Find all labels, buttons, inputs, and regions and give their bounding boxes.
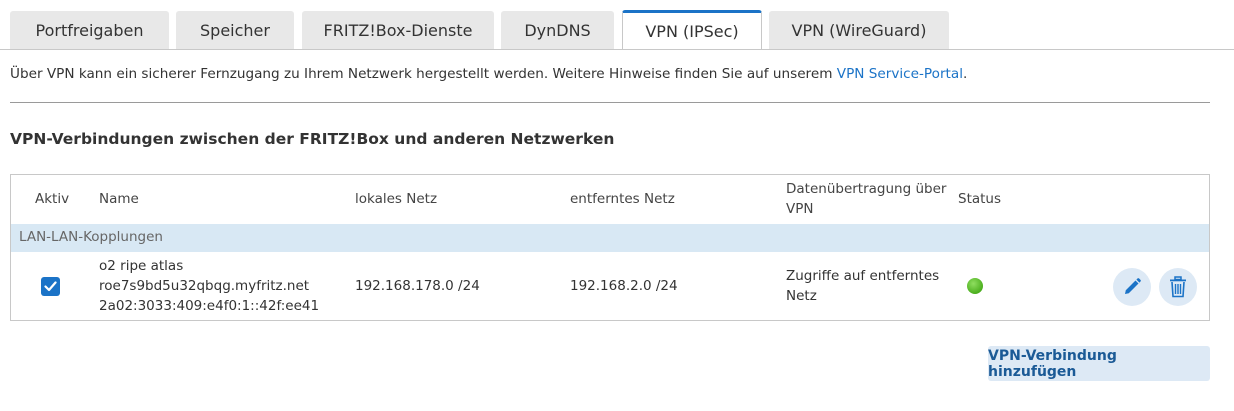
transfer-value-line1: Zugriffe auf entferntes: [786, 268, 940, 284]
remote-net-value: 192.168.2.0 /24: [570, 278, 678, 294]
header-transfer-line1: Datenübertragung über: [786, 181, 947, 197]
group-row: LAN-LAN-Kopplungen: [11, 224, 1209, 252]
tab-speicher[interactable]: Speicher: [176, 11, 294, 49]
divider: [10, 102, 1210, 103]
intro-text: Über VPN kann ein sicherer Fernzugang zu…: [10, 66, 967, 82]
status-indicator-icon: [967, 278, 983, 294]
local-net-value: 192.168.178.0 /24: [355, 278, 480, 294]
edit-button[interactable]: [1113, 268, 1151, 306]
tab-bar: Portfreigaben Speicher FRITZ!Box-Dienste…: [0, 0, 1234, 50]
tab-vpn-wireguard[interactable]: VPN (WireGuard): [769, 11, 949, 49]
tab-bar-divider: [0, 49, 1234, 50]
header-transfer-line2: VPN: [786, 201, 814, 217]
tab-portfreigaben[interactable]: Portfreigaben: [10, 11, 169, 49]
header-local-net: lokales Netz: [355, 191, 438, 207]
active-checkbox[interactable]: [41, 277, 60, 296]
header-name: Name: [99, 191, 139, 207]
trash-icon: [1170, 276, 1186, 298]
header-active: Aktiv: [35, 191, 70, 207]
vpn-connections-table: Aktiv Name lokales Netz entferntes Netz …: [10, 174, 1210, 321]
tab-vpn-ipsec[interactable]: VPN (IPSec): [622, 10, 762, 50]
group-label: LAN-LAN-Kopplungen: [19, 229, 163, 245]
tab-dyndns[interactable]: DynDNS: [501, 11, 614, 49]
pencil-icon: [1125, 278, 1141, 294]
connection-hostname: roe7s9bd5u32qbqg.myfritz.net: [99, 278, 310, 294]
vpn-service-portal-link[interactable]: VPN Service-Portal: [837, 66, 963, 82]
connection-name-line1: o2 ripe atlas: [99, 258, 184, 274]
checkmark-icon: [44, 281, 57, 292]
connection-name: o2 ripe atlas roe7s9bd5u32qbqg.myfritz.n…: [99, 256, 319, 316]
tab-fritzbox-dienste[interactable]: FRITZ!Box-Dienste: [302, 11, 494, 49]
section-title: VPN-Verbindungen zwischen der FRITZ!Box …: [10, 130, 615, 148]
delete-button[interactable]: [1159, 268, 1197, 306]
add-vpn-connection-button[interactable]: VPN-Verbindung hinzufügen: [988, 346, 1210, 381]
header-status: Status: [958, 191, 1002, 207]
header-remote-net: entferntes Netz: [570, 191, 675, 207]
transfer-value-line2: Netz: [786, 288, 817, 304]
header-transfer: Datenübertragung über VPN: [786, 175, 946, 223]
intro-sentence: Über VPN kann ein sicherer Fernzugang zu…: [10, 66, 837, 82]
intro-suffix: .: [962, 66, 968, 82]
transfer-value: Zugriffe auf entferntes Netz: [786, 266, 939, 306]
connection-ipv6: 2a02:3033:409:e4f0:1::42f:ee41: [99, 298, 320, 314]
